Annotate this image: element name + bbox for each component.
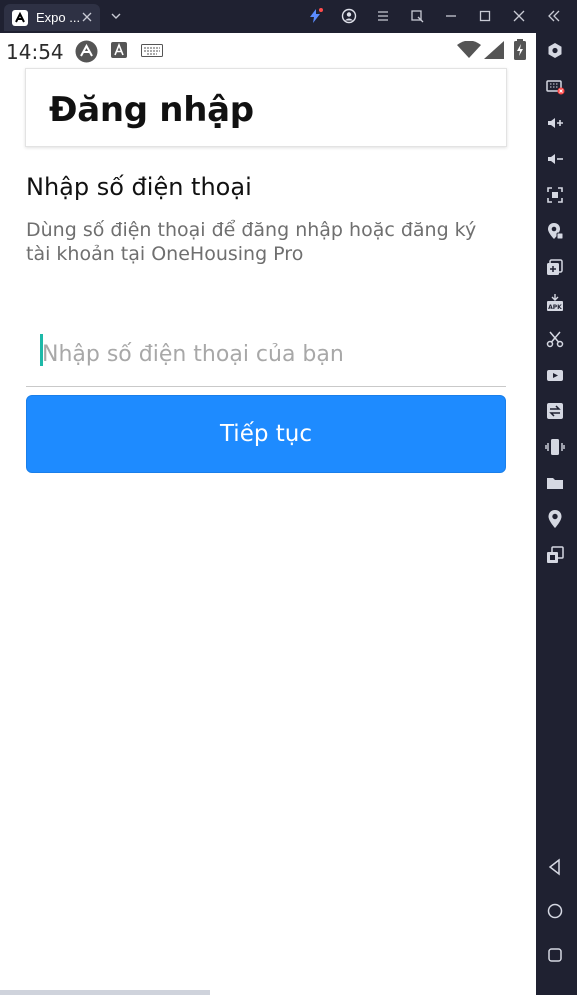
minimize-icon[interactable] — [443, 8, 459, 24]
keyboard-off-icon[interactable] — [544, 76, 566, 98]
recents-icon[interactable] — [544, 944, 566, 966]
record-video-icon[interactable] — [544, 364, 566, 386]
maximize-icon[interactable] — [477, 8, 493, 24]
keyboard-icon — [141, 44, 163, 62]
sync-icon[interactable] — [544, 400, 566, 422]
status-time: 14:54 — [6, 40, 64, 64]
settings-icon[interactable] — [544, 40, 566, 62]
popout-icon[interactable] — [409, 8, 425, 24]
multi-window-icon[interactable] — [544, 256, 566, 278]
section-description: Dùng số điện thoại để đăng nhập hoặc đăn… — [26, 219, 477, 265]
accessibility-icon — [111, 42, 127, 63]
shake-icon[interactable] — [544, 436, 566, 458]
tab-close-icon[interactable] — [80, 10, 94, 24]
menu-icon[interactable] — [375, 8, 391, 24]
volume-down-icon[interactable] — [544, 148, 566, 170]
status-bar: 14:54 — [0, 33, 536, 69]
wifi-icon — [457, 40, 481, 64]
battery-icon — [514, 39, 526, 65]
browser-tab[interactable]: Expo ... — [4, 4, 100, 31]
account-icon[interactable] — [341, 8, 357, 24]
collapse-sidebar-icon[interactable] — [546, 8, 562, 24]
app-header: Đăng nhập — [25, 68, 507, 147]
apk-install-icon[interactable]: APK — [544, 292, 566, 314]
emulator-sidebar: APK — [536, 33, 577, 995]
phone-input[interactable] — [26, 323, 506, 387]
bolt-icon[interactable] — [307, 8, 323, 24]
screenshot-icon[interactable] — [544, 184, 566, 206]
svg-text:APK: APK — [548, 304, 562, 311]
host-taskbar-edge — [0, 990, 210, 995]
section-title: Nhập số điện thoại — [26, 173, 252, 201]
location-icon[interactable] — [544, 508, 566, 530]
close-icon[interactable] — [511, 8, 527, 24]
multi-instance-icon[interactable] — [544, 544, 566, 566]
cut-icon[interactable] — [544, 328, 566, 350]
volume-up-icon[interactable] — [544, 112, 566, 134]
location-lock-icon[interactable] — [544, 220, 566, 242]
home-icon[interactable] — [544, 900, 566, 922]
folder-icon[interactable] — [544, 472, 566, 494]
page-title: Đăng nhập — [49, 90, 254, 130]
expo-go-icon — [75, 40, 98, 68]
back-icon[interactable] — [544, 856, 566, 878]
text-caret — [40, 334, 43, 366]
signal-icon — [484, 41, 504, 64]
tab-title: Expo ... — [36, 10, 81, 25]
window-titlebar: Expo ... — [0, 0, 577, 33]
expo-icon — [12, 9, 28, 26]
chevron-down-icon[interactable] — [108, 8, 124, 24]
device-screen: 14:54 Đăng nhập Nhập số điện thoại Dùng … — [0, 33, 536, 995]
continue-button[interactable]: Tiếp tục — [26, 395, 506, 473]
